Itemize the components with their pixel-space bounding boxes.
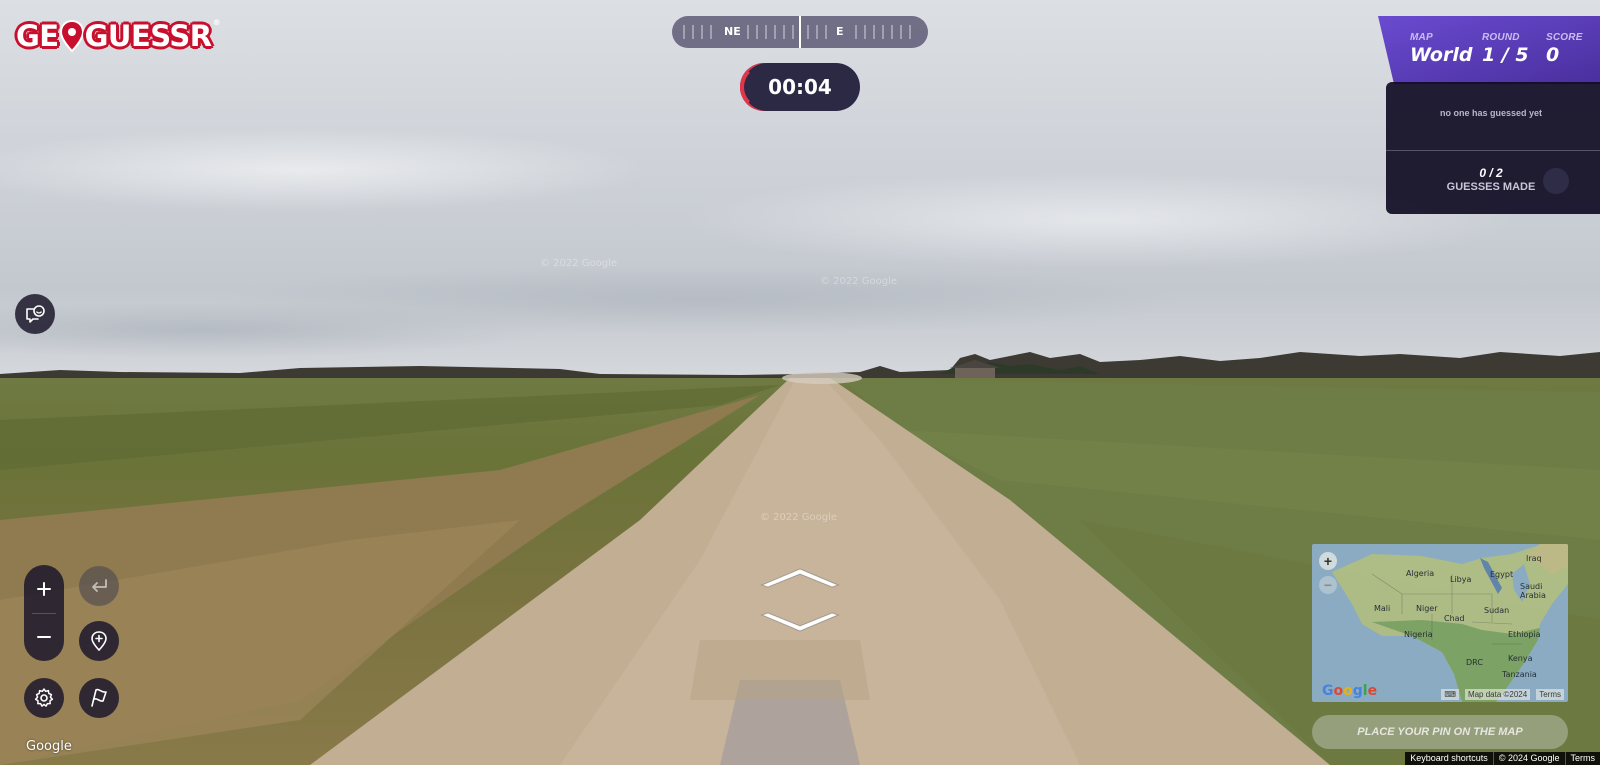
map-label-egypt: Egypt [1490, 570, 1514, 579]
status-score: SCORE 0 [1546, 32, 1583, 66]
status-round-label: ROUND [1482, 32, 1520, 43]
status-map-value: World [1410, 44, 1473, 66]
minimap-zoom-out-button[interactable]: − [1319, 576, 1337, 594]
map-label-libya: Libya [1450, 575, 1472, 584]
return-to-start-button[interactable] [79, 678, 119, 718]
terms-link[interactable]: Terms [1564, 752, 1600, 765]
game-status-header: MAP World ROUND 1 / 5 SCORE 0 [1378, 16, 1600, 84]
minus-icon [37, 636, 51, 638]
map-pin-icon [59, 20, 84, 52]
map-label-drc: DRC [1466, 658, 1483, 667]
undo-move-button[interactable] [79, 566, 119, 606]
map-label-nigeria: Nigeria [1404, 630, 1433, 639]
place-pin-button[interactable]: PLACE YOUR PIN ON THE MAP [1312, 715, 1568, 749]
status-score-value: 0 [1546, 44, 1560, 66]
guess-status-panel: no one has guessed yet 0 / 2 GUESSES MAD… [1386, 82, 1600, 214]
keyboard-icon[interactable]: ⌨ [1441, 688, 1459, 700]
move-backward-arrow[interactable] [760, 612, 840, 632]
zoom-out-button[interactable] [24, 613, 64, 661]
geoguessr-logo[interactable]: GE GUESSR ® [16, 18, 221, 54]
status-score-label: SCORE [1546, 32, 1583, 43]
map-label-niger: Niger [1416, 604, 1438, 613]
imagery-watermark: © 2022 Google [540, 258, 618, 269]
keyboard-shortcuts-link[interactable]: Keyboard shortcuts [1405, 752, 1493, 765]
compass-label-ne: NE [724, 25, 741, 38]
set-checkpoint-button[interactable] [79, 621, 119, 661]
compass: NE E [672, 16, 928, 48]
chat-icon [26, 305, 45, 323]
minimap-attribution: Map data ©2024 [1464, 688, 1531, 700]
logo-text-right: GUESSR [84, 19, 212, 53]
status-round-value: 1 / 5 [1482, 44, 1529, 66]
round-timer: 00:04 [740, 63, 860, 111]
zoom-controls [24, 565, 64, 661]
status-map: MAP World [1410, 32, 1472, 66]
minimap-zoom-in-button[interactable]: + [1319, 552, 1337, 570]
gear-icon [34, 688, 54, 707]
zoom-in-button[interactable] [24, 565, 64, 613]
player-avatar [1543, 168, 1569, 194]
status-map-label: MAP [1410, 32, 1433, 43]
imagery-watermark: © 2022 Google [760, 512, 838, 523]
logo-text-left: GE [16, 19, 59, 53]
minimap-footer: ⌨ Map data ©2024 Terms [1312, 686, 1568, 702]
place-pin-label: PLACE YOUR PIN ON THE MAP [1357, 726, 1523, 738]
flag-icon [91, 688, 107, 707]
plus-icon [37, 582, 51, 596]
guesses-count: 0 / 2 [1479, 166, 1503, 180]
guess-minimap[interactable]: Algeria Libya Egypt Iraq Saudi Arabia Ma… [1312, 544, 1568, 702]
minimap-terms-link[interactable]: Terms [1536, 688, 1564, 700]
copyright-text: © 2024 Google [1492, 752, 1565, 765]
map-label-chad: Chad [1444, 614, 1465, 623]
settings-button[interactable] [24, 678, 64, 718]
timer-progress-ring [740, 63, 788, 111]
imagery-watermark: © 2022 Google [820, 276, 898, 287]
pin-plus-icon [91, 631, 107, 652]
map-label-sudan: Sudan [1484, 606, 1510, 615]
map-label-tanzania: Tanzania [1502, 670, 1537, 679]
undo-icon [92, 579, 107, 592]
status-divider [1386, 150, 1600, 151]
guess-status-message: no one has guessed yet [1439, 108, 1543, 118]
map-label-kenya: Kenya [1508, 654, 1533, 663]
status-round: ROUND 1 / 5 [1482, 32, 1529, 66]
movement-arrows [760, 568, 840, 632]
move-forward-arrow[interactable] [760, 568, 840, 588]
guesses-label: GUESSES MADE [1446, 181, 1536, 193]
compass-center-marker [799, 16, 801, 48]
map-label-iraq: Iraq [1526, 554, 1542, 563]
map-label-ethiopia: Ethiopia [1508, 630, 1541, 639]
google-watermark: Google [26, 739, 72, 754]
chat-button[interactable] [15, 294, 55, 334]
map-label-saudi-arabia: Saudi Arabia [1520, 582, 1546, 600]
map-label-mali: Mali [1374, 604, 1391, 613]
registered-mark: ® [212, 18, 221, 27]
attribution-bar: Keyboard shortcuts © 2024 Google Terms [1405, 752, 1600, 765]
map-label-algeria: Algeria [1406, 569, 1435, 578]
compass-label-e: E [836, 25, 844, 38]
